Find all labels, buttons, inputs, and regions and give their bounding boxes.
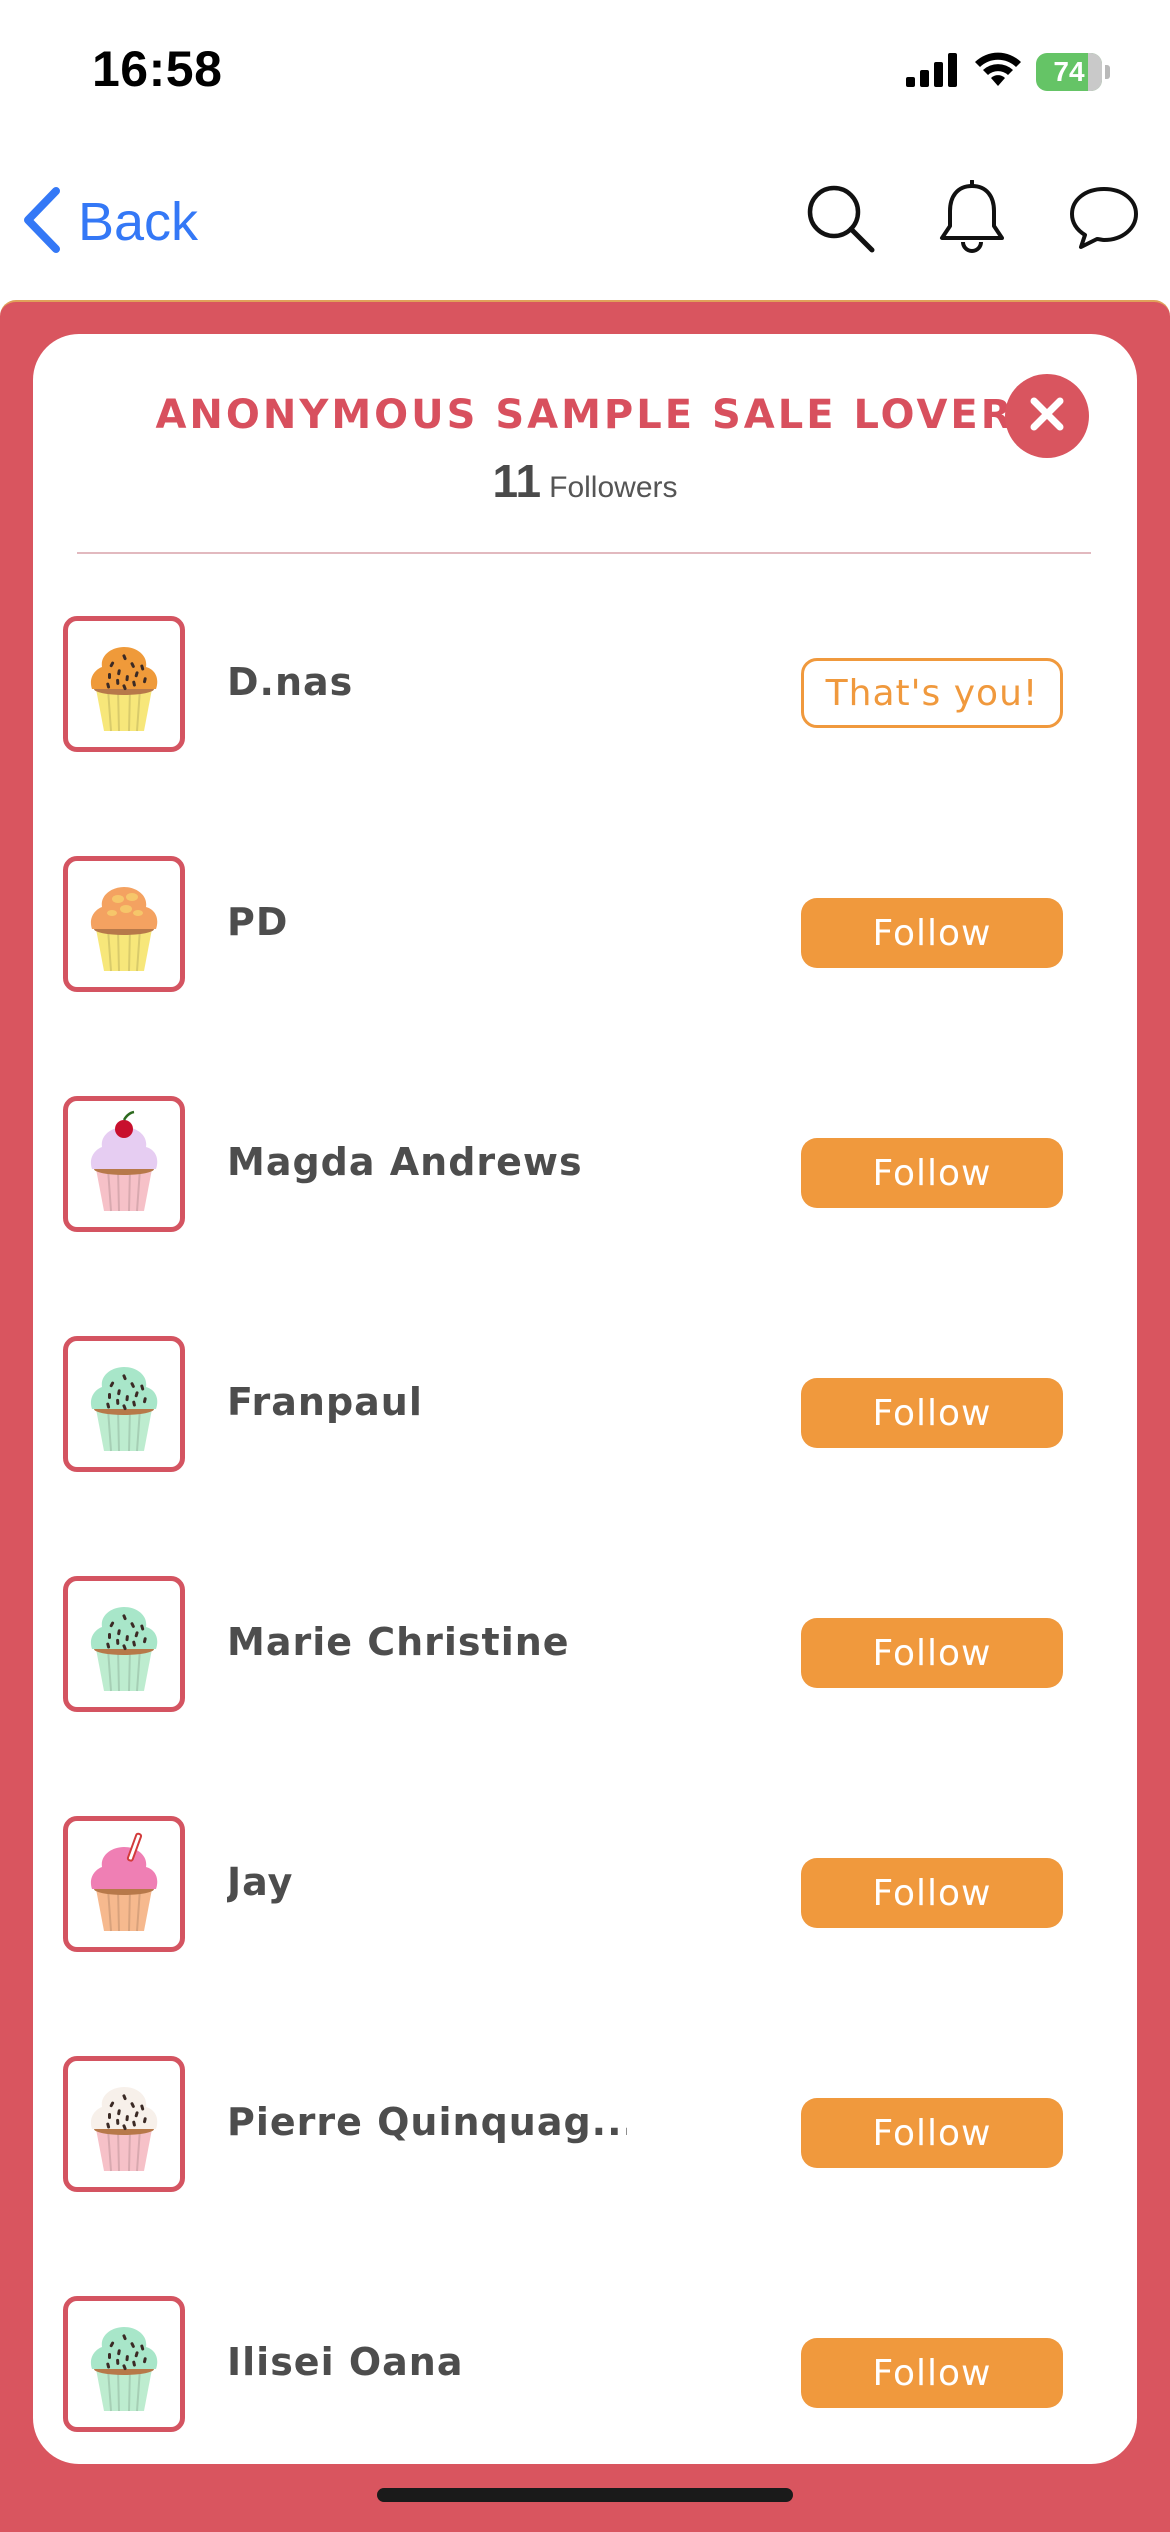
cellular-signal-icon	[906, 53, 960, 91]
notifications-button[interactable]	[932, 179, 1012, 260]
avatar[interactable]	[63, 2296, 185, 2432]
follower-name[interactable]: D.nas	[227, 660, 353, 704]
avatar[interactable]	[63, 1336, 185, 1472]
avatar[interactable]	[63, 1576, 185, 1712]
thats-you-badge: That's you!	[801, 658, 1063, 728]
nav-bar: Back	[0, 150, 1170, 300]
follow-button[interactable]: Follow	[801, 1858, 1063, 1928]
cupcake-icon	[78, 1347, 170, 1461]
follow-button[interactable]: Follow	[801, 1138, 1063, 1208]
chat-bubble-icon	[1067, 183, 1141, 257]
follow-button[interactable]: Follow	[801, 2338, 1063, 2408]
follower-name[interactable]: PD	[227, 900, 288, 944]
battery-icon: 74	[1036, 53, 1102, 91]
cupcake-icon	[78, 1827, 170, 1941]
follower-name[interactable]: Pierre Quinquag...	[227, 2100, 627, 2144]
battery-level: 74	[1053, 56, 1085, 87]
follower-row[interactable]: D.nas That's you!	[33, 616, 1137, 856]
follower-row[interactable]: Franpaul Follow	[33, 1336, 1137, 1576]
follower-name[interactable]: Magda Andrews	[227, 1140, 583, 1184]
avatar[interactable]	[63, 1096, 185, 1232]
follower-name[interactable]: Ilisei Oana	[227, 2340, 463, 2384]
avatar[interactable]	[63, 856, 185, 992]
messages-button[interactable]	[1064, 180, 1144, 260]
followers-summary: 11 Followers	[33, 454, 1137, 508]
followers-sheet: ANONYMOUS SAMPLE SALE LOVER 11 Followers …	[0, 300, 1170, 2532]
followers-card: ANONYMOUS SAMPLE SALE LOVER 11 Followers …	[33, 334, 1137, 2464]
status-bar: 16:58 74	[0, 0, 1170, 150]
chevron-left-icon	[22, 187, 62, 257]
followers-count: 11	[492, 455, 542, 507]
follower-row[interactable]: Ilisei Oana Follow	[33, 2296, 1137, 2464]
follower-row[interactable]: PD Follow	[33, 856, 1137, 1096]
close-button[interactable]	[1005, 374, 1089, 458]
follow-button[interactable]: Follow	[801, 898, 1063, 968]
cupcake-icon	[78, 2307, 170, 2421]
cupcake-icon	[78, 1107, 170, 1221]
cupcake-icon	[78, 867, 170, 981]
profile-title: ANONYMOUS SAMPLE SALE LOVER	[155, 392, 1015, 438]
follower-name[interactable]: Marie Christine	[227, 1620, 570, 1664]
follower-name[interactable]: Jay	[227, 1860, 293, 1904]
cupcake-icon	[78, 1587, 170, 1701]
avatar[interactable]	[63, 1816, 185, 1952]
follower-row[interactable]: Pierre Quinquag... Follow	[33, 2056, 1137, 2296]
follower-name[interactable]: Franpaul	[227, 1380, 423, 1424]
follow-button[interactable]: Follow	[801, 2098, 1063, 2168]
back-label: Back	[78, 192, 199, 252]
follow-button[interactable]: Follow	[801, 1618, 1063, 1688]
follow-button[interactable]: Follow	[801, 1378, 1063, 1448]
followers-label: Followers	[549, 471, 678, 504]
bell-icon	[937, 179, 1007, 260]
avatar[interactable]	[63, 2056, 185, 2192]
search-icon	[804, 182, 876, 258]
search-button[interactable]	[800, 180, 880, 260]
avatar[interactable]	[63, 616, 185, 752]
home-indicator	[377, 2488, 793, 2502]
close-icon	[1027, 394, 1067, 438]
follower-row[interactable]: Magda Andrews Follow	[33, 1096, 1137, 1336]
wifi-icon	[974, 52, 1022, 92]
status-time: 16:58	[92, 41, 223, 97]
follower-row[interactable]: Marie Christine Follow	[33, 1576, 1137, 1816]
battery-nub	[1105, 65, 1110, 79]
back-button[interactable]: Back	[22, 182, 198, 262]
follower-row[interactable]: Jay Follow	[33, 1816, 1137, 2056]
cupcake-icon	[78, 627, 170, 741]
follower-list: D.nas That's you! PD Follow Magda Andrews F…	[33, 616, 1137, 2464]
cupcake-icon	[78, 2067, 170, 2181]
divider	[77, 552, 1091, 554]
status-icons: 74	[906, 52, 1110, 92]
